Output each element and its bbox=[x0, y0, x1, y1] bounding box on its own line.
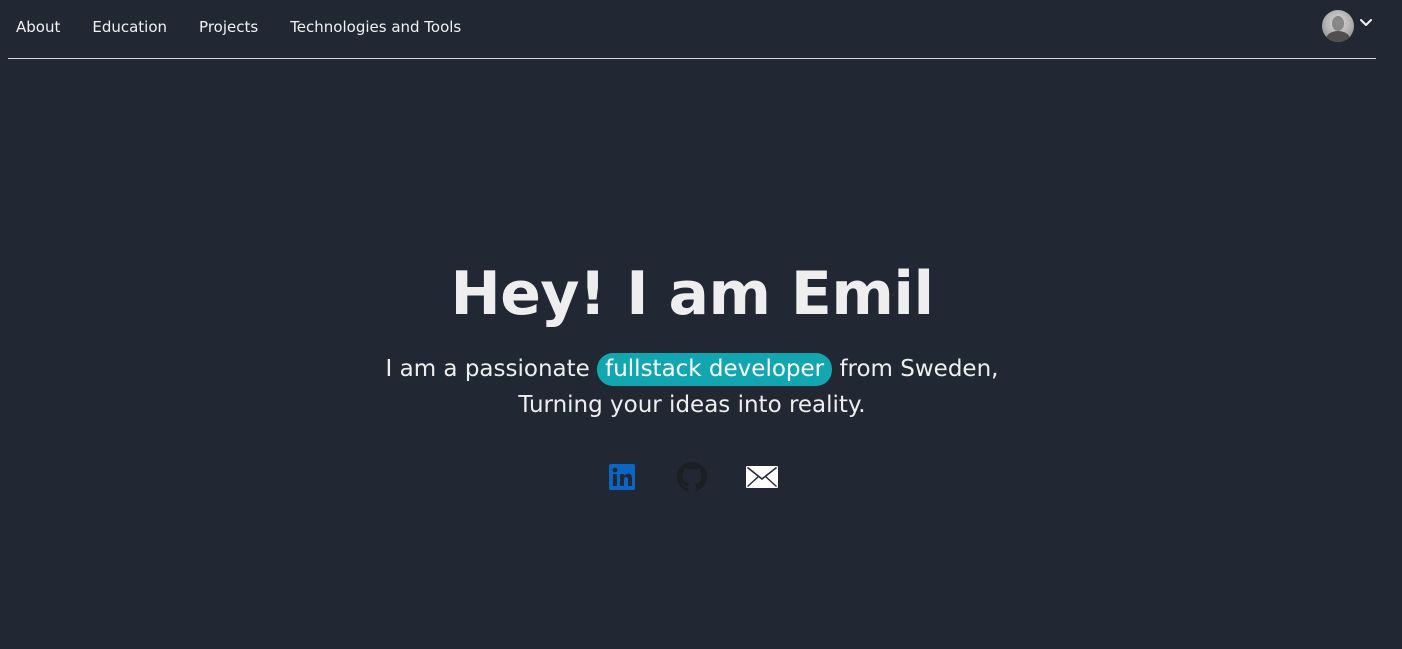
role-highlight-badge: fullstack developer bbox=[597, 353, 833, 386]
hero-location-text: from Sweden, bbox=[839, 356, 999, 382]
profile-menu[interactable] bbox=[1322, 10, 1372, 42]
social-links bbox=[0, 461, 1384, 493]
email-link[interactable] bbox=[746, 461, 778, 493]
linkedin-link[interactable] bbox=[606, 461, 638, 493]
nav-link-about[interactable]: About bbox=[16, 17, 60, 37]
avatar-face bbox=[1332, 16, 1344, 31]
hero-section: Hey! I am Emil I am a passionate fullsta… bbox=[0, 258, 1384, 423]
github-link[interactable] bbox=[676, 461, 708, 493]
nav-link-projects[interactable]: Projects bbox=[199, 17, 258, 37]
hero-intro-text: I am a passionate bbox=[385, 356, 590, 382]
linkedin-icon bbox=[609, 464, 635, 490]
chevron-down-icon[interactable] bbox=[1360, 19, 1372, 27]
mail-icon bbox=[746, 466, 778, 488]
avatar-body bbox=[1326, 31, 1350, 42]
nav-link-education[interactable]: Education bbox=[92, 17, 167, 37]
nav-links: About Education Projects Technologies an… bbox=[16, 17, 493, 37]
github-icon bbox=[677, 462, 707, 492]
user-avatar[interactable] bbox=[1322, 10, 1354, 42]
nav-link-technologies-and-tools[interactable]: Technologies and Tools bbox=[290, 17, 461, 37]
hero-title: Hey! I am Emil bbox=[450, 259, 934, 329]
hero-subtitle: I am a passionate fullstack developer fr… bbox=[0, 351, 1384, 423]
top-navbar: About Education Projects Technologies an… bbox=[8, 0, 1376, 59]
hero-tagline: Turning your ideas into reality. bbox=[518, 392, 866, 418]
